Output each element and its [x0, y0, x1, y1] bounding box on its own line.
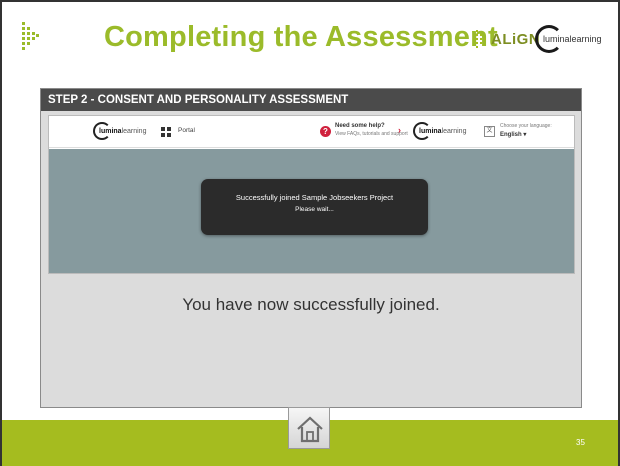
- logo-text: learning: [121, 127, 147, 135]
- step-bar: STEP 2 - CONSENT AND PERSONALITY ASSESSM…: [41, 89, 581, 111]
- help-icon[interactable]: ?: [320, 126, 331, 137]
- home-icon: [297, 416, 323, 443]
- lumina-circle-icon: [535, 25, 563, 53]
- page-number: 35: [576, 438, 585, 447]
- navbar-lumina-logo[interactable]: luminalearning: [93, 122, 146, 140]
- logo-text: learning: [441, 127, 467, 135]
- align-logo-text: ALiGN: [491, 30, 541, 48]
- align-mark-icon: [476, 30, 486, 48]
- align-logo: ALiGN: [476, 28, 540, 50]
- language-label: Choose your language:: [500, 123, 552, 129]
- arrow-bullet-icon: [22, 22, 39, 50]
- loading-overlay: Successfully joined Sample Jobseekers Pr…: [49, 149, 574, 273]
- chevron-right-icon[interactable]: ›: [398, 125, 401, 135]
- slide: Completing the Assessment ALiGN luminale…: [0, 0, 620, 466]
- apps-grid-icon[interactable]: [161, 127, 171, 137]
- toast-message: Successfully joined Sample Jobseekers Pr…: [235, 193, 394, 202]
- portal-navbar: luminalearning Portal ? Need some help? …: [49, 116, 574, 148]
- logo-text-bold: lumina: [419, 127, 442, 135]
- language-select[interactable]: English ▾: [500, 131, 526, 138]
- slide-title: Completing the Assessment: [104, 21, 498, 53]
- translate-icon[interactable]: 文: [484, 126, 495, 137]
- navbar-lumina-logo-secondary: luminalearning: [413, 122, 466, 140]
- screenshot-frame: STEP 2 - CONSENT AND PERSONALITY ASSESSM…: [40, 88, 582, 408]
- toast-wait-text: Please wait...: [295, 206, 334, 213]
- help-subtitle[interactable]: View FAQs, tutorials and support: [335, 131, 408, 137]
- join-success-toast: Successfully joined Sample Jobseekers Pr…: [201, 179, 428, 235]
- home-button[interactable]: [288, 407, 330, 449]
- lumina-learning-logo: luminalearning: [535, 24, 602, 54]
- slide-caption: You have now successfully joined.: [182, 295, 440, 314]
- logo-text-bold: lumina: [99, 127, 122, 135]
- portal-link[interactable]: Portal: [178, 127, 195, 134]
- browser-window: luminalearning Portal ? Need some help? …: [48, 115, 575, 274]
- help-title[interactable]: Need some help?: [335, 123, 385, 129]
